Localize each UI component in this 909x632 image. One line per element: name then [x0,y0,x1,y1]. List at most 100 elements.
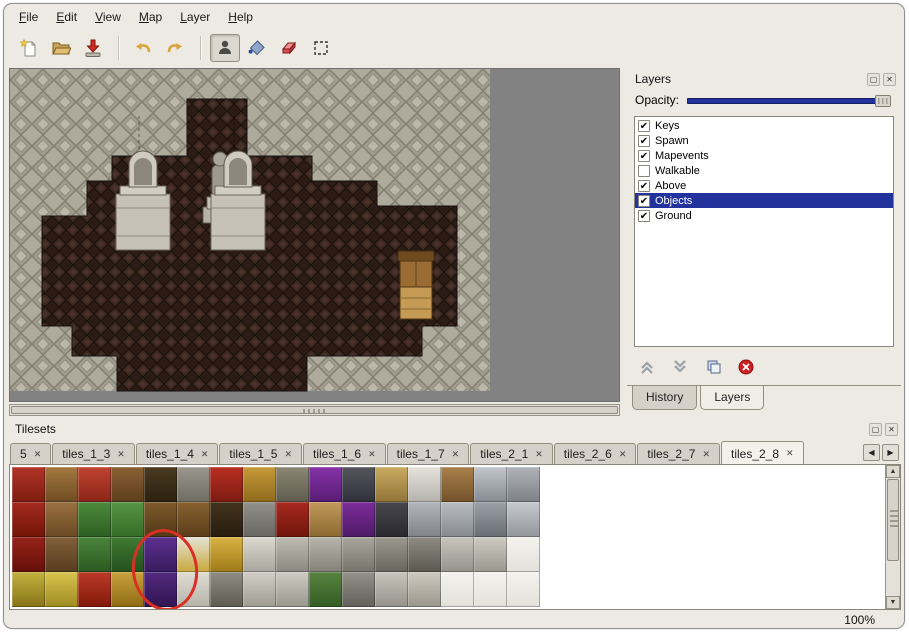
tileset-tile[interactable] [441,572,474,607]
delete-layer-button[interactable] [736,357,756,377]
tab-close-icon[interactable]: ✕ [702,449,710,460]
tileset-tile[interactable] [276,502,309,537]
opacity-slider-track[interactable] [687,98,889,104]
tileset-tile[interactable] [408,467,441,502]
move-layer-down-button[interactable] [670,357,690,377]
tileset-tile[interactable] [342,537,375,572]
tab-layers[interactable]: Layers [700,386,764,410]
layer-row-keys[interactable]: ✔Keys [635,118,893,133]
layer-visibility-checkbox[interactable]: ✔ [638,180,650,192]
stamp-tool-button[interactable] [210,34,240,62]
tileset-tile[interactable] [111,467,144,502]
tileset-tab-5[interactable]: 5✕ [10,443,51,464]
undo-button[interactable] [128,34,158,62]
tileset-tile[interactable] [474,502,507,537]
tileset-tab-tiles_2_1[interactable]: tiles_2_1✕ [470,443,553,464]
detach-panel-icon[interactable]: ▢ [869,423,882,436]
tileset-tile[interactable] [177,467,210,502]
tileset-tile[interactable] [375,502,408,537]
duplicate-layer-button[interactable] [703,357,723,377]
tileset-tile[interactable] [507,572,540,607]
tileset-tile[interactable] [276,537,309,572]
tileset-tile[interactable] [78,537,111,572]
close-panel-icon[interactable]: ✕ [883,73,896,86]
tileset-tile[interactable] [45,502,78,537]
layer-visibility-checkbox[interactable]: ✔ [638,195,650,207]
tileset-tile[interactable] [45,467,78,502]
tileset-tile[interactable] [441,537,474,572]
close-panel-icon[interactable]: ✕ [885,423,898,436]
tab-close-icon[interactable]: ✕ [452,449,460,460]
scroll-tabs-left-button[interactable]: ◀ [863,444,880,461]
layer-row-walkable[interactable]: Walkable [635,163,893,178]
tileset-tile[interactable] [441,502,474,537]
tileset-tile[interactable] [78,572,111,607]
tileset-tile[interactable] [12,572,45,607]
tileset-tile[interactable] [375,572,408,607]
tileset-tile[interactable] [441,467,474,502]
tab-close-icon[interactable]: ✕ [34,449,42,460]
redo-button[interactable] [160,34,190,62]
tileset-tile[interactable] [342,502,375,537]
map-canvas[interactable] [9,68,620,402]
tileset-tile[interactable] [342,572,375,607]
tileset-tile[interactable] [45,537,78,572]
tileset-tile[interactable] [474,572,507,607]
tileset-tile[interactable] [243,502,276,537]
map-horizontal-scrollbar[interactable] [9,404,620,416]
tab-close-icon[interactable]: ✕ [786,448,794,459]
tileset-tile[interactable] [507,467,540,502]
menu-item-file[interactable]: File [10,7,47,27]
tileset-tile[interactable] [177,502,210,537]
open-button[interactable] [46,34,76,62]
layer-row-objects[interactable]: ✔Objects [635,193,893,208]
tileset-tile[interactable] [342,467,375,502]
layer-row-ground[interactable]: ✔Ground [635,208,893,223]
tileset-tile[interactable] [210,502,243,537]
tileset-tile[interactable] [210,572,243,607]
move-layer-up-button[interactable] [637,357,657,377]
layer-visibility-checkbox[interactable]: ✔ [638,210,650,222]
tileset-tile[interactable] [12,502,45,537]
scrollbar-thumb[interactable] [11,406,618,414]
tileset-tile[interactable] [309,467,342,502]
tileset-tile[interactable] [375,467,408,502]
tileset-tab-tiles_1_3[interactable]: tiles_1_3✕ [52,443,135,464]
tileset-tile[interactable] [474,537,507,572]
tileset-tab-tiles_2_7[interactable]: tiles_2_7✕ [637,443,720,464]
tab-close-icon[interactable]: ✕ [284,449,292,460]
tab-close-icon[interactable]: ✕ [619,449,627,460]
fill-tool-button[interactable] [242,34,272,62]
tab-close-icon[interactable]: ✕ [117,449,125,460]
eraser-tool-button[interactable] [274,34,304,62]
tileset-tab-tiles_1_5[interactable]: tiles_1_5✕ [219,443,302,464]
tileset-tile[interactable] [276,572,309,607]
scroll-up-arrow[interactable]: ▲ [886,465,900,478]
tileset-tile[interactable] [309,502,342,537]
tileset-tile[interactable] [507,502,540,537]
tab-history[interactable]: History [632,386,697,410]
layer-visibility-checkbox[interactable]: ✔ [638,150,650,162]
tileset-tile[interactable] [78,467,111,502]
tileset-tile[interactable] [408,537,441,572]
tileset-tab-tiles_2_6[interactable]: tiles_2_6✕ [554,443,637,464]
tileset-tile[interactable] [375,537,408,572]
tileset-tile[interactable] [243,572,276,607]
tileset-tile[interactable] [210,537,243,572]
tileset-tile[interactable] [507,537,540,572]
select-tool-button[interactable] [306,34,336,62]
layer-row-spawn[interactable]: ✔Spawn [635,133,893,148]
tileset-tile[interactable] [408,572,441,607]
layer-list[interactable]: ✔Keys✔Spawn✔MapeventsWalkable✔Above✔Obje… [634,116,894,347]
tileset-tab-tiles_1_4[interactable]: tiles_1_4✕ [136,443,219,464]
layer-row-above[interactable]: ✔Above [635,178,893,193]
tileset-tile[interactable] [309,572,342,607]
layer-row-mapevents[interactable]: ✔Mapevents [635,148,893,163]
tileset-tile[interactable] [243,467,276,502]
opacity-slider[interactable] [687,94,891,107]
menu-item-help[interactable]: Help [219,7,262,27]
layer-visibility-checkbox[interactable]: ✔ [638,135,650,147]
menu-item-view[interactable]: View [86,7,130,27]
scroll-down-arrow[interactable]: ▼ [886,596,900,609]
tileset-tile[interactable] [78,502,111,537]
